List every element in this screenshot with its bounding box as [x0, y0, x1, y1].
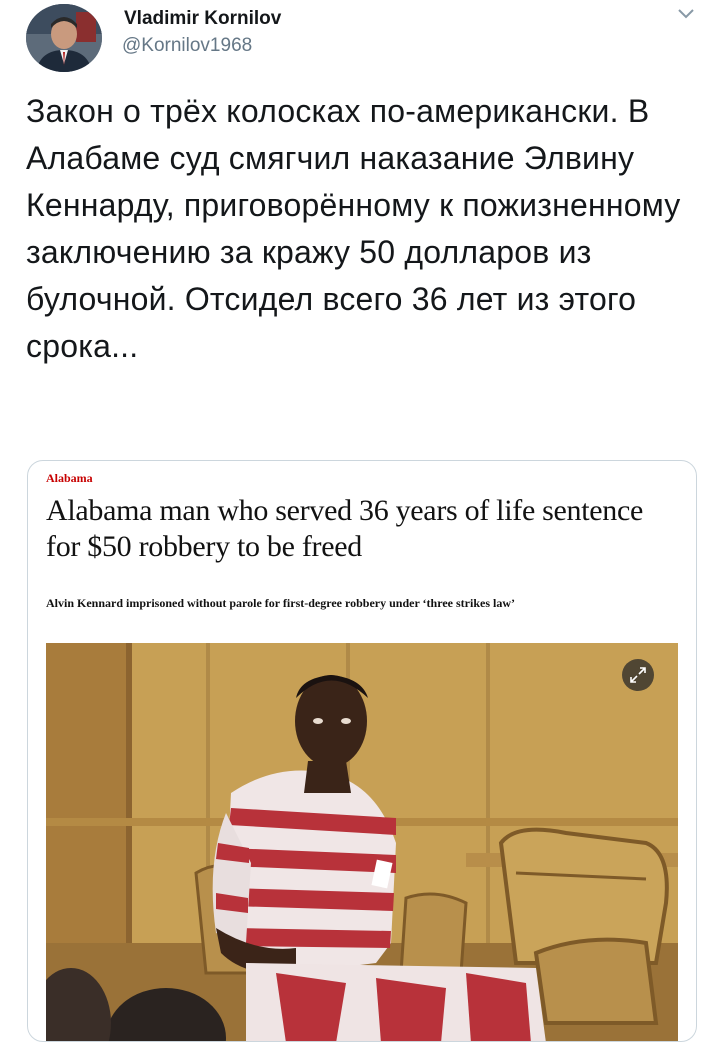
tweet: Vladimir Kornilov @Kornilov1968 Закон о … — [0, 0, 720, 1042]
avatar[interactable] — [26, 4, 102, 72]
card-section-label: Alabama — [46, 471, 93, 485]
card-photo[interactable] — [46, 643, 678, 1041]
chevron-down-icon[interactable] — [676, 6, 696, 22]
tweet-text: Закон о трёх колосках по-американски. В … — [26, 93, 681, 364]
card-headline: Alabama man who served 36 years of life … — [46, 494, 644, 563]
card-standfirst: Alvin Kennard imprisoned without parole … — [46, 596, 515, 610]
link-card[interactable]: Alabama Alabama man who served 36 years … — [27, 460, 697, 1042]
expand-icon[interactable] — [622, 659, 654, 691]
author-handle[interactable]: @Kornilov1968 — [122, 35, 252, 57]
author-name[interactable]: Vladimir Kornilov — [124, 8, 281, 30]
